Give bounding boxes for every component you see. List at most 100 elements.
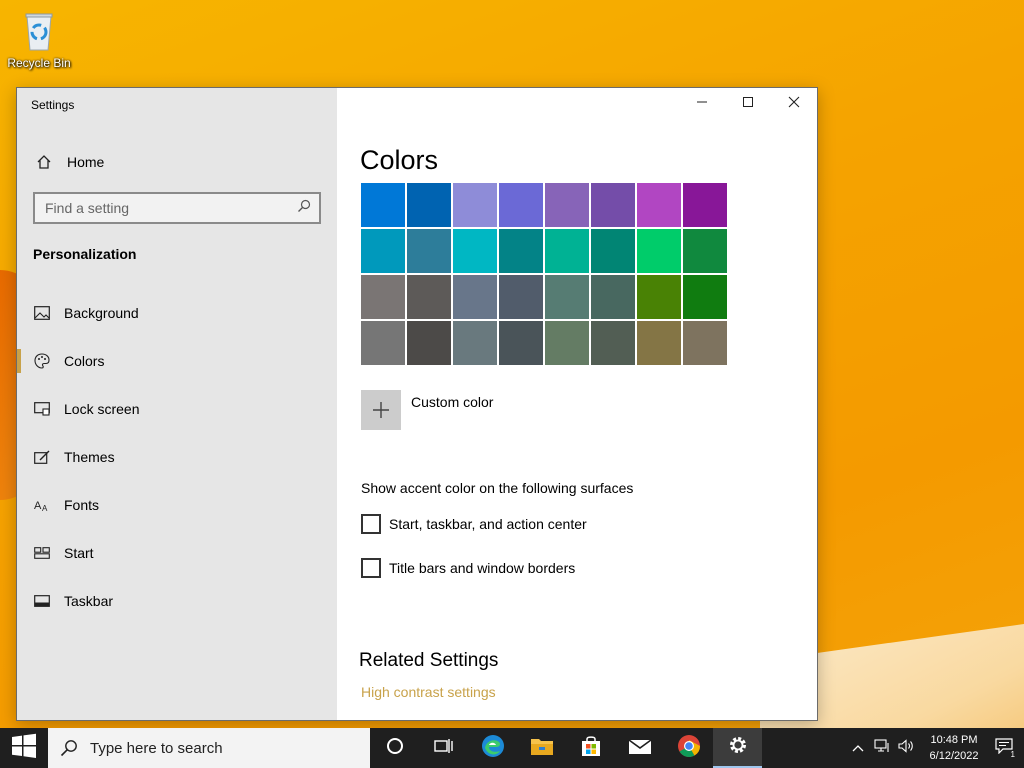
show-hidden-icons-button[interactable] <box>846 728 870 768</box>
accent-color-grid <box>361 183 727 365</box>
volume-button[interactable] <box>894 728 918 768</box>
color-swatch[interactable] <box>683 275 727 319</box>
color-swatch[interactable] <box>545 183 589 227</box>
color-swatch[interactable] <box>499 321 543 365</box>
color-swatch[interactable] <box>591 275 635 319</box>
color-swatch[interactable] <box>499 229 543 273</box>
settings-icon <box>727 734 749 761</box>
close-icon <box>788 95 800 113</box>
color-swatch[interactable] <box>407 229 451 273</box>
color-swatch[interactable] <box>453 275 497 319</box>
color-swatch[interactable] <box>361 321 405 365</box>
recycle-bin-desktop-icon[interactable]: Recycle Bin <box>6 8 72 70</box>
color-swatch[interactable] <box>545 321 589 365</box>
color-swatch[interactable] <box>499 183 543 227</box>
color-swatch[interactable] <box>637 229 681 273</box>
mail-button[interactable] <box>615 728 664 768</box>
task-view-button[interactable] <box>419 728 468 768</box>
sidebar-item-label: Colors <box>64 353 105 369</box>
title-bars-checkbox-row[interactable]: Title bars and window borders <box>361 558 575 578</box>
color-swatch[interactable] <box>637 183 681 227</box>
window-controls <box>679 88 817 120</box>
color-swatch[interactable] <box>591 229 635 273</box>
store-button[interactable] <box>566 728 615 768</box>
settings-taskbar-button[interactable] <box>713 728 762 768</box>
taskbar-search-box[interactable]: Type here to search <box>48 728 370 768</box>
find-setting-input[interactable] <box>45 200 285 216</box>
color-swatch[interactable] <box>591 321 635 365</box>
find-setting-search[interactable] <box>33 192 321 224</box>
home-nav-item[interactable]: Home <box>17 148 337 176</box>
sidebar-item-fonts[interactable]: AA Fonts <box>17 481 337 529</box>
action-center-button[interactable]: 1 <box>984 728 1024 768</box>
surfaces-label: Show accent color on the following surfa… <box>361 480 634 496</box>
sidebar-item-label: Background <box>64 305 139 321</box>
color-swatch[interactable] <box>545 275 589 319</box>
cortana-button[interactable] <box>370 728 419 768</box>
color-swatch[interactable] <box>453 183 497 227</box>
lock-screen-icon <box>32 399 52 419</box>
taskbar-icon <box>32 591 52 611</box>
chrome-button[interactable] <box>664 728 713 768</box>
task-view-icon <box>433 737 454 760</box>
page-title: Colors <box>360 145 439 175</box>
svg-text:A: A <box>34 500 42 512</box>
title-bars-checkbox[interactable] <box>361 558 381 578</box>
color-swatch[interactable] <box>407 183 451 227</box>
color-swatch[interactable] <box>453 229 497 273</box>
color-swatch[interactable] <box>637 321 681 365</box>
sidebar-item-lock-screen[interactable]: Lock screen <box>17 385 337 433</box>
color-swatch[interactable] <box>361 183 405 227</box>
picture-icon <box>32 303 52 323</box>
search-icon[interactable] <box>297 199 311 218</box>
color-swatch[interactable] <box>499 275 543 319</box>
high-contrast-settings-link[interactable]: High contrast settings <box>361 684 496 700</box>
edge-button[interactable] <box>468 728 517 768</box>
palette-icon <box>32 351 52 371</box>
section-title: Personalization <box>33 246 137 262</box>
sidebar-item-start[interactable]: Start <box>17 529 337 577</box>
window-title: Settings <box>31 98 75 112</box>
start-taskbar-checkbox-row[interactable]: Start, taskbar, and action center <box>361 514 587 534</box>
network-button[interactable] <box>870 728 894 768</box>
start-button[interactable] <box>0 728 48 768</box>
close-button[interactable] <box>771 88 817 120</box>
taskbar-clock[interactable]: 10:48 PM 6/12/2022 <box>924 732 984 764</box>
color-swatch[interactable] <box>453 321 497 365</box>
sidebar-nav: Background Colors Lock screen Themes A A… <box>17 289 337 625</box>
checkbox-label: Start, taskbar, and action center <box>389 516 587 532</box>
edge-icon <box>481 734 505 763</box>
color-swatch[interactable] <box>683 229 727 273</box>
sidebar-item-colors[interactable]: Colors <box>17 337 337 385</box>
file-explorer-icon <box>530 736 554 761</box>
maximize-button[interactable] <box>725 88 771 120</box>
color-swatch[interactable] <box>407 275 451 319</box>
svg-text:A: A <box>42 504 48 512</box>
color-swatch[interactable] <box>683 321 727 365</box>
color-swatch[interactable] <box>545 229 589 273</box>
color-swatch[interactable] <box>591 183 635 227</box>
colors-page: Colors Custom color Show accent color on… <box>337 88 817 720</box>
sidebar-item-taskbar[interactable]: Taskbar <box>17 577 337 625</box>
sidebar-item-label: Start <box>64 545 94 561</box>
color-swatch[interactable] <box>361 229 405 273</box>
system-tray: 10:48 PM 6/12/2022 1 <box>846 728 1024 768</box>
start-taskbar-checkbox[interactable] <box>361 514 381 534</box>
color-swatch[interactable] <box>683 183 727 227</box>
file-explorer-button[interactable] <box>517 728 566 768</box>
sidebar-item-label: Fonts <box>64 497 100 513</box>
custom-color-button[interactable]: Custom color <box>361 390 493 430</box>
sidebar-item-themes[interactable]: Themes <box>17 433 337 481</box>
clock-date: 6/12/2022 <box>929 750 979 762</box>
minimize-button[interactable] <box>679 88 725 120</box>
windows-logo-icon <box>11 733 37 764</box>
sidebar-item-background[interactable]: Background <box>17 289 337 337</box>
themes-icon <box>32 447 52 467</box>
start-layout-icon <box>32 543 52 563</box>
mail-icon <box>628 737 652 760</box>
color-swatch[interactable] <box>407 321 451 365</box>
settings-sidebar: Settings Home Personalization Background <box>17 88 337 720</box>
color-swatch[interactable] <box>361 275 405 319</box>
chrome-icon <box>677 734 701 763</box>
color-swatch[interactable] <box>637 275 681 319</box>
